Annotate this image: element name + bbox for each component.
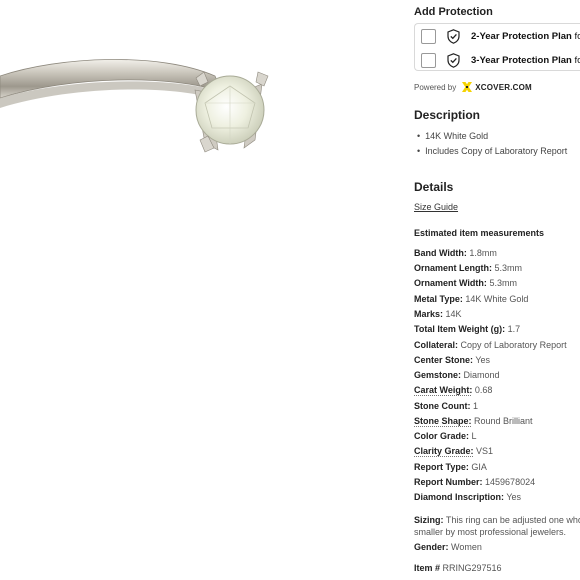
sizing-note: Sizing: This ring can be adjusted one wh… (414, 515, 580, 537)
spec-band-width: Band Width: 1.8mm (414, 248, 497, 258)
xcover-logo-icon (462, 82, 473, 92)
powered-by-text: Powered by (414, 82, 457, 92)
size-guide-link[interactable]: Size Guide (414, 202, 458, 212)
spec-report-number: Report Number: 1459678024 (414, 477, 536, 487)
spec-total-weight: Total Item Weight (g): 1.7 (414, 324, 521, 334)
description-item: 14K White Gold (417, 131, 488, 141)
protection-plan-label: 2-Year Protection Plan for (471, 30, 580, 42)
measurements-heading: Estimated item measurements (414, 228, 545, 238)
protection-plan-checkbox[interactable] (421, 52, 436, 68)
spec-carat-weight: Carat Weight: 0.68 (414, 385, 493, 395)
protection-plan-row[interactable]: 3-Year Protection Plan for (415, 48, 580, 72)
spec-color-grade: Color Grade: L (414, 431, 477, 441)
xcover-brand-text[interactable]: XCOVER.COM (475, 83, 532, 92)
spec-stone-shape: Stone Shape: Round Brilliant (414, 416, 533, 426)
spec-diamond-inscription: Diamond Inscription: Yes (414, 492, 522, 502)
spec-metal-type: Metal Type: 14K White Gold (414, 294, 529, 304)
add-protection-heading: Add Protection (414, 6, 493, 18)
details-heading: Details (414, 180, 454, 194)
spec-ornament-width: Ornament Width: 5.3mm (414, 278, 517, 288)
shield-check-icon (447, 52, 460, 68)
clarity-grade-term[interactable]: Clarity Grade: (414, 446, 474, 456)
spec-center-stone: Center Stone: Yes (414, 355, 491, 365)
spec-report-type: Report Type: GIA (414, 462, 487, 472)
spec-collateral: Collateral: Copy of Laboratory Report (414, 340, 567, 350)
spec-ornament-length: Ornament Length: 5.3mm (414, 263, 523, 273)
description-item: Includes Copy of Laboratory Report (417, 146, 567, 156)
item-number: Item # RRING297516 (414, 563, 502, 573)
product-image-area (0, 0, 400, 580)
stone-shape-term[interactable]: Stone Shape: (414, 416, 472, 426)
description-heading: Description (414, 108, 481, 122)
spec-stone-count: Stone Count: 1 (414, 401, 479, 411)
protection-plan-label: 3-Year Protection Plan for (471, 54, 580, 66)
protection-plan-checkbox[interactable] (421, 28, 436, 44)
spec-gender: Gender: Women (414, 542, 482, 552)
powered-by-xcover: Powered by XCOVER.COM (414, 82, 532, 92)
spec-marks: Marks: 14K (414, 309, 462, 319)
spec-gemstone: Gemstone: Diamond (414, 370, 500, 380)
protection-plans-box: 2-Year Protection Plan for 3-Year Protec… (414, 23, 580, 71)
product-info-panel: Add Protection 2-Year Protection Plan fo… (414, 0, 580, 580)
shield-check-icon (447, 28, 460, 44)
carat-weight-term[interactable]: Carat Weight: (414, 385, 472, 395)
spec-clarity-grade: Clarity Grade: VS1 (414, 446, 494, 456)
ring-image[interactable] (0, 48, 300, 178)
protection-plan-row[interactable]: 2-Year Protection Plan for (415, 24, 580, 48)
